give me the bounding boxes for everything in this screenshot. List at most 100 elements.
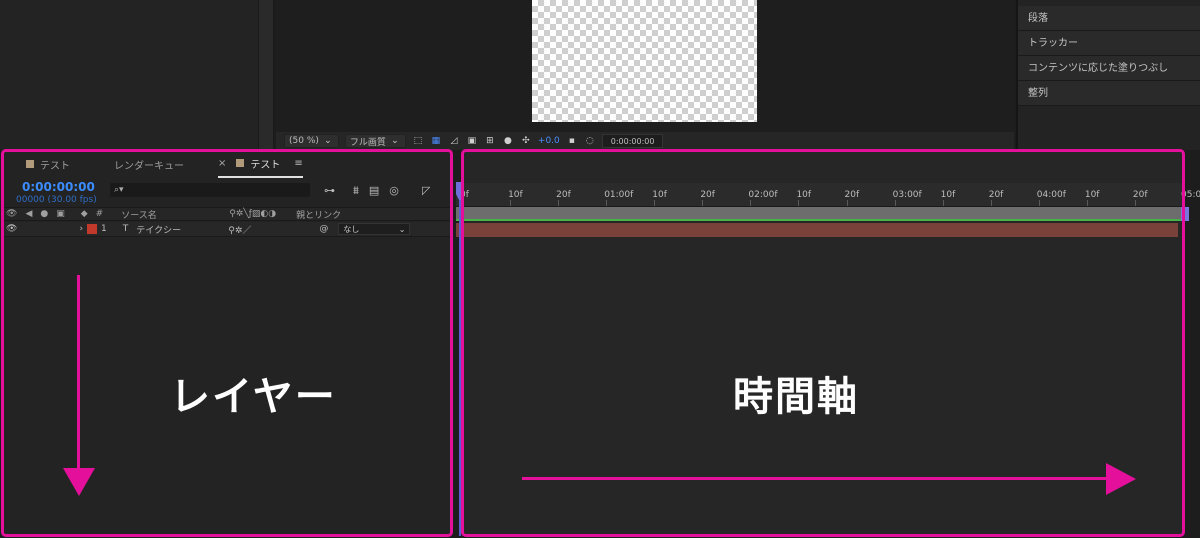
chevron-down-icon: ⌄	[391, 136, 399, 146]
layer-color[interactable]	[87, 224, 98, 234]
comp-tools: ⊶ ⩩ ▤ ◎	[324, 184, 399, 198]
camera-icon[interactable]: ▪	[566, 135, 578, 147]
chevron-down-icon: ⌄	[324, 136, 332, 146]
ruler-tick-mark	[1086, 200, 1088, 206]
panel-item-tracker[interactable]: トラッカー	[1018, 31, 1200, 56]
ruler-tick-label: 20f	[1132, 190, 1148, 200]
ruler-tick-label: 20f	[988, 190, 1004, 200]
column-number: #	[95, 209, 104, 219]
resolution-select[interactable]: フル画質 ⌄	[344, 134, 406, 148]
current-timecode[interactable]: 0:00:00:00	[22, 180, 95, 194]
down-arrow-line	[77, 275, 80, 470]
tab-label: レンダーキュー	[114, 160, 184, 172]
layer-search-input[interactable]: ⌕▾	[110, 183, 310, 197]
viewer-timecode[interactable]: 0:00:00:00	[601, 134, 664, 148]
parent-value: なし	[343, 225, 360, 234]
layer-duration-bar[interactable]	[456, 223, 1178, 237]
visibility-icon[interactable]: 👁	[2, 209, 21, 219]
tab-label: テスト	[250, 159, 281, 171]
ruler-tick-label: 20f	[844, 190, 860, 200]
ruler-tick-label: 02:00f	[748, 190, 778, 200]
region-of-interest-icon[interactable]: ▣	[466, 135, 478, 147]
tab-project-test[interactable]: テスト	[26, 150, 70, 178]
guides-icon[interactable]: ⊞	[484, 135, 496, 147]
ruler-tick-mark	[894, 200, 896, 206]
comp-icon	[26, 160, 34, 168]
color-channel-icon[interactable]: ●	[502, 135, 514, 147]
ruler-tick-label: 05:0	[1181, 190, 1200, 200]
playhead-line[interactable]	[459, 200, 461, 536]
ruler-tick-mark	[606, 200, 608, 206]
panel-item-align[interactable]: 整列	[1018, 81, 1200, 106]
parent-select[interactable]: なし ⌄	[338, 223, 411, 235]
tab-label: テスト	[40, 160, 70, 172]
comp-icon	[236, 159, 245, 167]
project-panel	[0, 0, 258, 150]
ruler-tick-mark	[702, 200, 704, 206]
ruler-tick-mark	[558, 200, 560, 206]
tab-render-queue[interactable]: レンダーキュー	[114, 150, 184, 178]
ruler-tick-mark	[798, 200, 800, 206]
menu-icon[interactable]: ≡	[294, 158, 302, 169]
lock-icon[interactable]: ▣	[52, 209, 69, 219]
column-header: 👁 ◀ ● ▣ ◆ # ソース名 ⚲✲╲ƒ▨◐◑ 親とリンク	[2, 207, 450, 221]
ruler-tick-mark	[990, 200, 992, 206]
viewer-toolbar: (50 %) ⌄ フル画質 ⌄ ⬚ ▦ ◿ ▣ ⊞ ● ✣ +0.0 ▪ ◌ 0…	[276, 132, 1014, 150]
snapshot-region-icon[interactable]: ⬚	[412, 135, 424, 147]
column-parent-link[interactable]: 親とリンク	[292, 208, 345, 221]
shy-icon[interactable]: ⩩	[353, 184, 359, 198]
transparency-grid-icon[interactable]: ▦	[430, 135, 442, 147]
ruler-tick-mark	[462, 200, 463, 206]
ruler-tick-mark	[942, 200, 944, 206]
visibility-icon[interactable]: 👁	[2, 224, 21, 234]
time-annotation-label: 時間軸	[733, 374, 859, 420]
text-layer-icon: T	[122, 224, 129, 234]
mask-path-icon[interactable]: ◿	[448, 135, 460, 147]
ruler-tick-mark	[1183, 200, 1184, 206]
zoom-select[interactable]: (50 %) ⌄	[284, 134, 339, 148]
audio-icon[interactable]: ◀	[21, 209, 36, 219]
time-ruler[interactable]: 0f 10f 20f 01:00f 10f 20f 02:00f 10f 20f 03:00f 10…	[456, 183, 1200, 207]
layer-index: 1	[101, 224, 107, 234]
chevron-down-icon: ⌄	[398, 225, 406, 234]
panel-item-paragraph[interactable]: 段落	[1018, 6, 1200, 31]
panel-tabs: テスト レンダーキュー × テスト ≡	[2, 150, 452, 178]
work-area-bar[interactable]	[456, 207, 1183, 221]
flowchart-icon[interactable]: ⊶	[324, 184, 335, 198]
graph-editor-icon[interactable]: ◸	[422, 184, 430, 197]
table-row[interactable]: 👁 › 1 T テイクシー ⚲✲／ @ なし ⌄	[2, 222, 450, 237]
ruler-tick-mark	[1038, 200, 1040, 206]
ruler-tick-label: 20f	[556, 190, 571, 200]
frame-blend-icon[interactable]: ▤	[369, 184, 379, 198]
ruler-tick-label: 01:00f	[604, 190, 634, 200]
ruler-tick-label: 20f	[700, 190, 715, 200]
ruler-tick-label: 10f	[508, 190, 523, 200]
right-arrow-line	[522, 477, 1110, 480]
layer-name[interactable]: テイクシー	[132, 223, 224, 236]
motion-blur-icon[interactable]: ◎	[389, 184, 399, 198]
ruler-tick-mark	[846, 200, 848, 206]
tab-comp-test[interactable]: × テスト ≡	[218, 150, 303, 178]
ruler-tick-mark	[1134, 200, 1136, 206]
exposure-reset-icon[interactable]: ✣	[520, 135, 532, 147]
layer-switches-icon[interactable]: ⚲✲／	[224, 223, 255, 236]
label-icon[interactable]: ◆	[77, 209, 92, 219]
show-snapshot-icon[interactable]: ◌	[584, 135, 596, 147]
down-arrow-icon	[63, 468, 95, 496]
pickwhip-icon[interactable]: @	[315, 224, 332, 234]
exposure-value[interactable]: +0.0	[538, 136, 560, 146]
ruler-tick-mark	[510, 200, 512, 206]
work-area-end[interactable]	[1181, 207, 1189, 221]
right-panel-list: 段落 トラッカー コンテンツに応じた塗りつぶし 整列	[1016, 0, 1200, 150]
panel-divider[interactable]	[258, 0, 274, 150]
panel-item-content-aware-fill[interactable]: コンテンツに応じた塗りつぶし	[1018, 56, 1200, 81]
close-icon[interactable]: ×	[218, 158, 226, 169]
ruler-tick-label: 03:00f	[892, 190, 922, 200]
solo-icon[interactable]: ●	[36, 209, 52, 219]
ruler-tick-mark	[654, 200, 656, 206]
expand-icon[interactable]: ›	[75, 224, 87, 234]
ruler-tick-label: 10f	[796, 190, 812, 200]
layer-annotation-label: レイヤー	[170, 374, 337, 420]
right-arrow-icon	[1106, 463, 1136, 495]
column-source-name[interactable]: ソース名	[117, 208, 225, 221]
